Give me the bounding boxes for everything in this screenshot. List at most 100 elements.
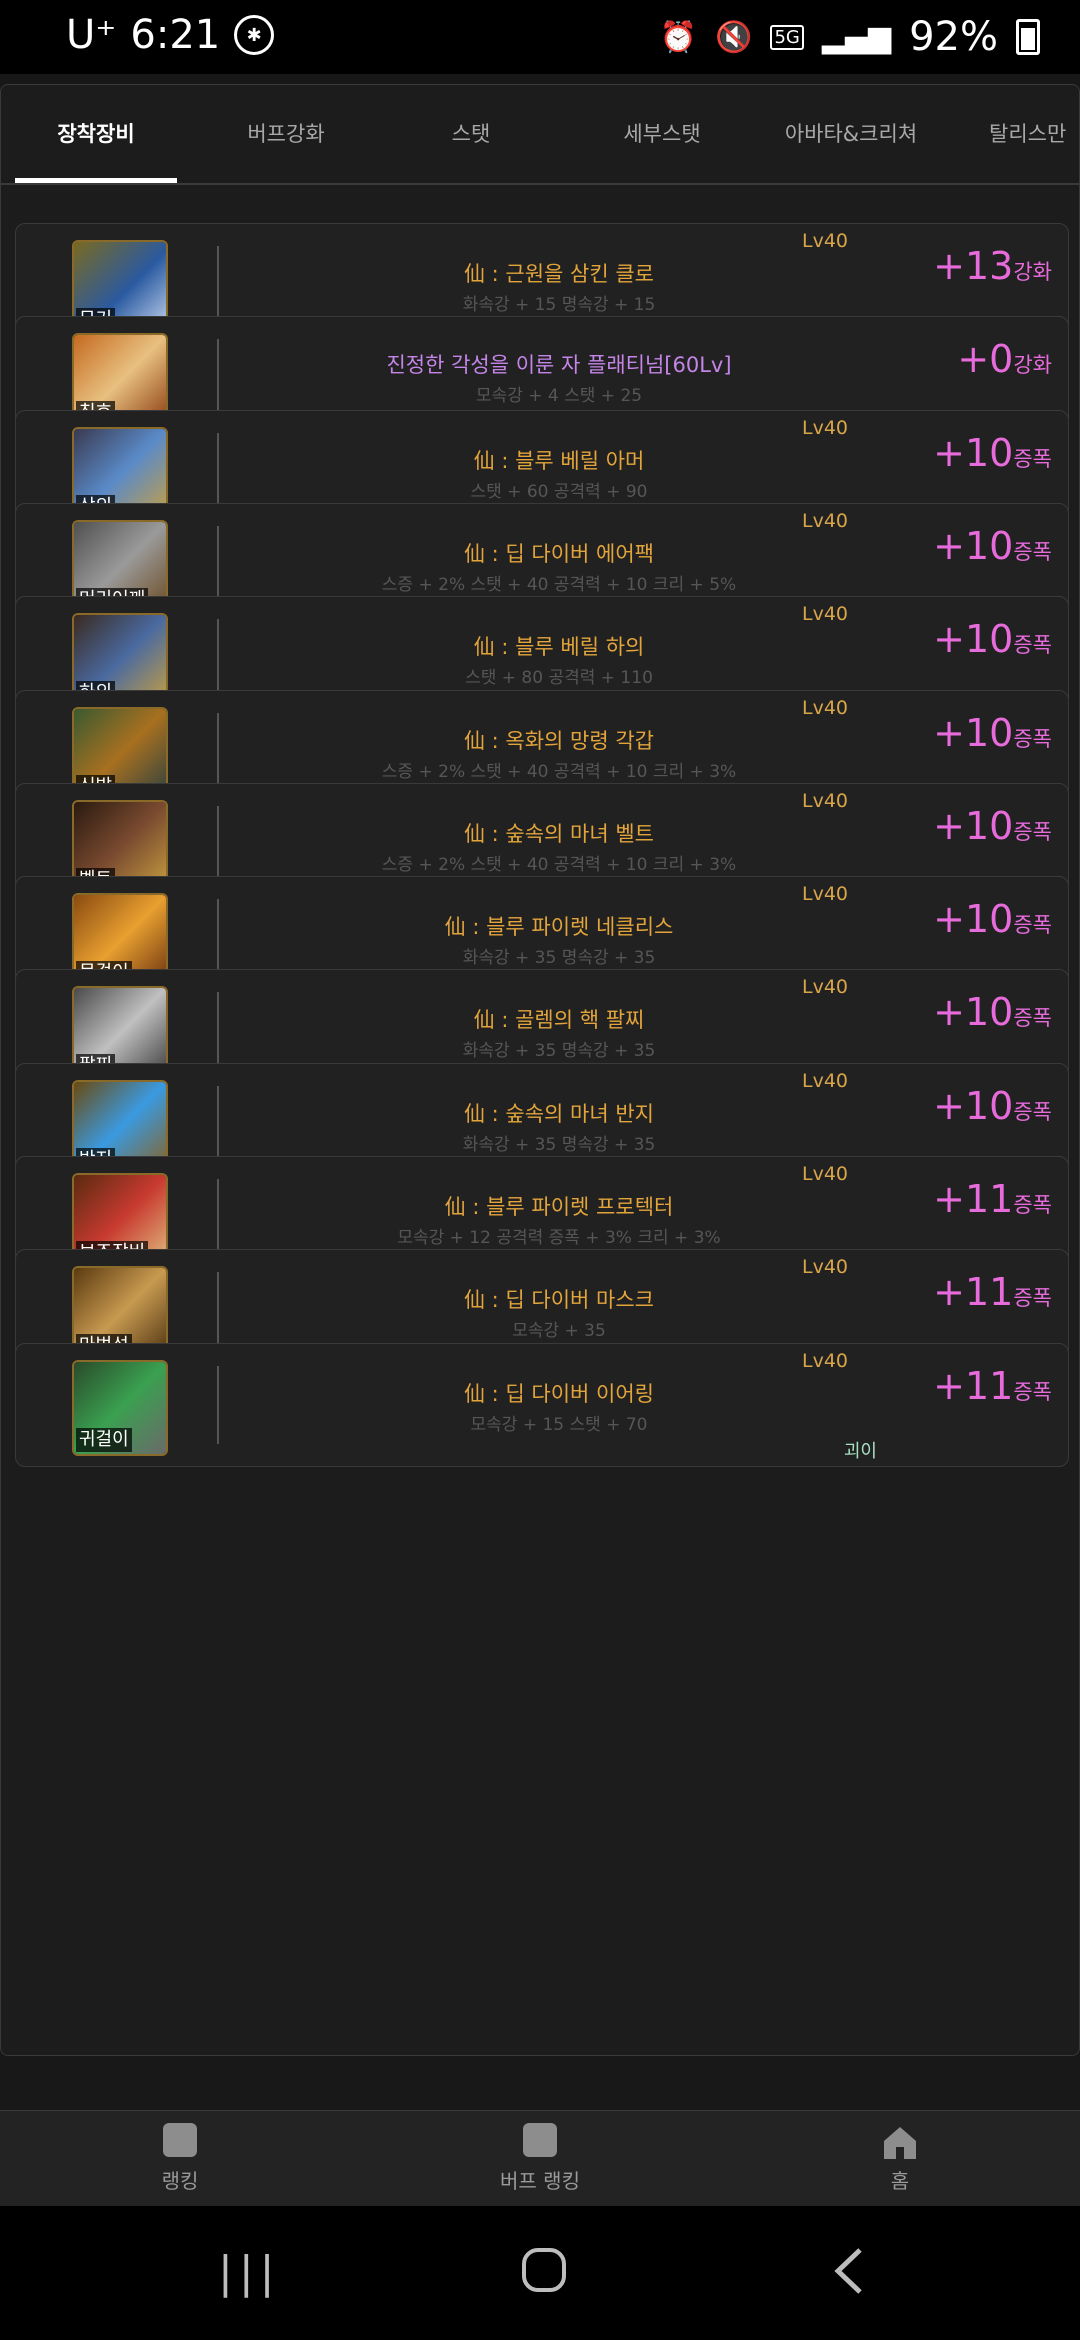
item-level: Lv40 [802,230,849,252]
item-level: Lv40 [802,883,849,906]
item-name: 仙 : 블루 파이렛 프로텍터 [444,1195,674,1219]
item-stats: 스탯 + 80 공격력 + 110 [465,668,653,689]
network-5g-icon: 5G [770,24,804,50]
item-level: Lv40 [802,603,849,626]
enhance-number: +10 [933,523,1014,568]
item-stats: 스증 + 2% 스탯 + 40 공격력 + 10 크리 + 3% [381,854,737,875]
carrier-label: U⁺ [66,12,117,58]
tab-stats[interactable]: 스탯 [401,85,541,183]
enhance-number: +10 [933,803,1014,848]
earring-icon: 귀걸이 [72,1359,168,1456]
item-stats: 스탯 + 60 공격력 + 90 [470,481,648,502]
tab-avatar-creature[interactable]: 아바타&크리쳐 [771,85,931,183]
item-name: 仙 : 숲속의 마녀 반지 [463,1101,655,1126]
nav-buff-ranking[interactable]: 버프 랭킹 [480,2123,600,2194]
enhance-value: +10증폭 [933,431,1052,475]
enhance-value: +10증폭 [933,804,1052,848]
tab-talisman[interactable]: 탈리스만 [989,85,1080,183]
status-bar: U⁺ 6:21 ✱ ⏰ 🔇 5G ▂▄▆ 92% [0,0,1080,74]
item-stats: 모속강 + 4 스탯 + 25 [475,386,643,407]
item-name: 仙 : 근원을 삼킨 클로 [463,262,655,286]
enhance-unit: 증폭 [1013,819,1052,844]
battery-percent: 92% [909,14,998,60]
enhance-value: +11증폭 [933,1177,1052,1221]
app-notification-icon: ✱ [234,15,275,55]
equipment-panel: 장착장비 버프강화 스탯 세부스탯 아바타&크리쳐 탈리스만 무기仙 : 근원을… [0,84,1080,2056]
nav-home-label: 홈 [890,2169,910,2193]
item-stats: 화속강 + 15 명속강 + 15 [462,295,656,315]
enhance-number: +10 [933,710,1014,755]
tab-detail-stats[interactable]: 세부스탯 [587,85,737,183]
enhance-value: +11증폭 [933,1364,1052,1408]
enhance-unit: 증폭 [1013,1379,1052,1404]
item-stats: 모속강 + 12 공격력 증폭 + 3% 크리 + 3% [397,1228,721,1248]
enhance-value: +10증폭 [933,711,1052,755]
enhance-number: +11 [933,1363,1014,1408]
nav-ranking-label: 랭킹 [161,2169,199,2193]
nav-buff-ranking-label: 버프 랭킹 [500,2169,580,2193]
enhance-value: +10증폭 [933,524,1052,568]
system-nav-bar: ||| [0,2206,1080,2340]
item-level: Lv40 [802,1256,849,1279]
enhance-number: +10 [933,897,1014,942]
enhance-unit: 증폭 [1013,1286,1052,1311]
enhance-unit: 증폭 [1013,1099,1052,1124]
item-stats: 화속강 + 35 명속강 + 35 [462,948,656,969]
item-stats: 화속강 + 35 명속강 + 35 [462,1134,656,1155]
enhance-unit: 강화 [1013,353,1052,378]
item-name: 仙 : 옥화의 망령 각갑 [463,728,655,753]
enhance-unit: 증폭 [1013,446,1052,471]
item-tag: 괴이 [843,1440,877,1462]
recent-apps-icon[interactable]: ||| [218,2246,280,2300]
item-level: Lv40 [802,416,849,439]
item-level: Lv40 [802,1163,849,1185]
enhance-value: +10증폭 [933,897,1052,941]
item-stats: 모속강 + 15 스탯 + 70 [470,1414,648,1435]
signal-icon: ▂▄▆ [821,19,892,55]
item-name: 仙 : 딥 다이버 이어링 [463,1381,655,1406]
item-name: 仙 : 블루 베릴 아머 [473,448,645,473]
tab-bar: 장착장비 버프강화 스탯 세부스탯 아바타&크리쳐 탈리스만 [1,85,1079,185]
enhance-value: +10증폭 [933,1084,1052,1128]
enhance-unit: 증폭 [1013,726,1052,751]
nav-ranking[interactable]: 랭킹 [120,2123,240,2194]
enhance-number: +11 [933,1177,1014,1221]
enhance-number: +13 [933,244,1014,288]
enhance-value: +13강화 [933,244,1052,288]
item-name: 仙 : 골렘의 핵 팔찌 [473,1008,645,1033]
item-level: Lv40 [802,509,849,532]
clock: 6:21 [130,12,221,58]
enhance-number: +11 [933,1270,1014,1315]
item-name: 진정한 각성을 이룬 자 플래티넘[60Lv] [386,353,732,378]
ranking-icon [163,2123,197,2157]
enhance-unit: 강화 [1013,260,1052,284]
item-level: Lv40 [802,1069,849,1092]
alarm-icon: ⏰ [659,19,698,55]
tab-equipment[interactable]: 장착장비 [15,85,177,183]
enhance-value: +10증폭 [933,990,1052,1034]
enhance-number: +0 [957,337,1014,382]
enhance-unit: 증폭 [1013,1193,1052,1217]
back-icon[interactable] [830,2246,870,2309]
enhance-number: +10 [933,430,1014,475]
enhance-number: +10 [933,617,1014,662]
nav-home[interactable]: 홈 [840,2123,960,2194]
enhance-value: +11증폭 [933,1270,1052,1314]
enhance-value: +10증폭 [933,617,1052,661]
item-name: 仙 : 블루 파이렛 네클리스 [444,915,674,940]
enhance-number: +10 [933,990,1014,1035]
tab-buff-enhance[interactable]: 버프강화 [209,85,363,183]
enhance-value: +0강화 [957,337,1052,381]
enhance-unit: 증폭 [1013,539,1052,564]
item-name: 仙 : 딥 다이버 마스크 [463,1288,655,1313]
enhance-unit: 증폭 [1013,633,1052,658]
item-name: 仙 : 블루 베릴 하의 [473,635,645,660]
item-level: Lv40 [802,696,849,719]
home-circle-icon[interactable] [520,2246,568,2307]
item-name: 仙 : 딥 다이버 에어팩 [463,541,655,566]
equipment-card[interactable]: 귀걸이 仙 : 딥 다이버 이어링 모속강 + 15 스탯 + 70 Lv40 괴이 +1… [15,1342,1069,1467]
bottom-nav: 랭킹 버프 랭킹 홈 [0,2110,1080,2207]
item-level: Lv40 [802,976,849,999]
item-stats: 스증 + 2% 스탯 + 40 공격력 + 10 크리 + 5% [381,574,737,595]
item-stats: 화속강 + 35 명속강 + 35 [462,1041,656,1062]
